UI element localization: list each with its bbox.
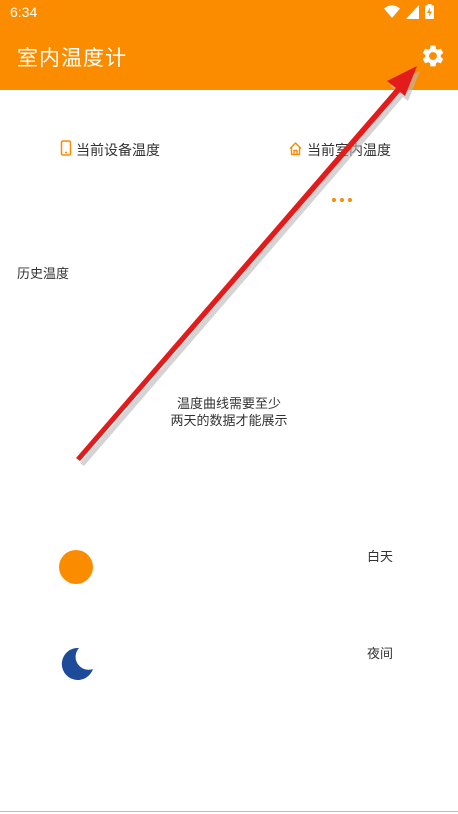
tab-indoor-label: 当前室内温度 <box>307 143 391 159</box>
app-title: 室内温度计 <box>17 46 127 70</box>
wifi-icon <box>384 4 400 23</box>
tab-device-temperature[interactable]: 当前设备温度 <box>60 140 160 160</box>
loading-dot <box>348 198 352 202</box>
chart-empty-line-2: 两天的数据才能展示 <box>170 414 288 429</box>
legend-night-label: 夜间 <box>367 647 394 662</box>
legend-day-label: 白天 <box>367 550 394 565</box>
gear-icon <box>422 45 444 67</box>
chart-empty-line-1: 温度曲线需要至少 <box>176 397 281 412</box>
tab-device-label: 当前设备温度 <box>76 143 160 159</box>
app-bar: 室内温度计 <box>0 26 458 90</box>
loading-dot <box>332 198 336 202</box>
cellular-icon <box>406 4 419 23</box>
settings-button[interactable] <box>420 43 446 69</box>
bottom-divider <box>0 811 458 812</box>
phone-icon <box>60 140 72 160</box>
battery-charging-icon <box>425 4 434 23</box>
status-bar: 6:34 <box>0 0 458 26</box>
history-temperature-label: 历史温度 <box>17 267 70 282</box>
chart-empty-message: 温度曲线需要至少 两天的数据才能展示 <box>129 396 329 430</box>
status-time: 6:34 <box>10 4 38 20</box>
moon-icon <box>59 646 95 682</box>
home-icon <box>288 141 303 160</box>
loading-dot <box>340 198 344 202</box>
tab-indoor-temperature[interactable]: 当前室内温度 <box>288 140 391 160</box>
loading-indicator <box>332 198 352 202</box>
sun-circle-icon <box>59 550 93 584</box>
status-icons <box>384 4 434 23</box>
